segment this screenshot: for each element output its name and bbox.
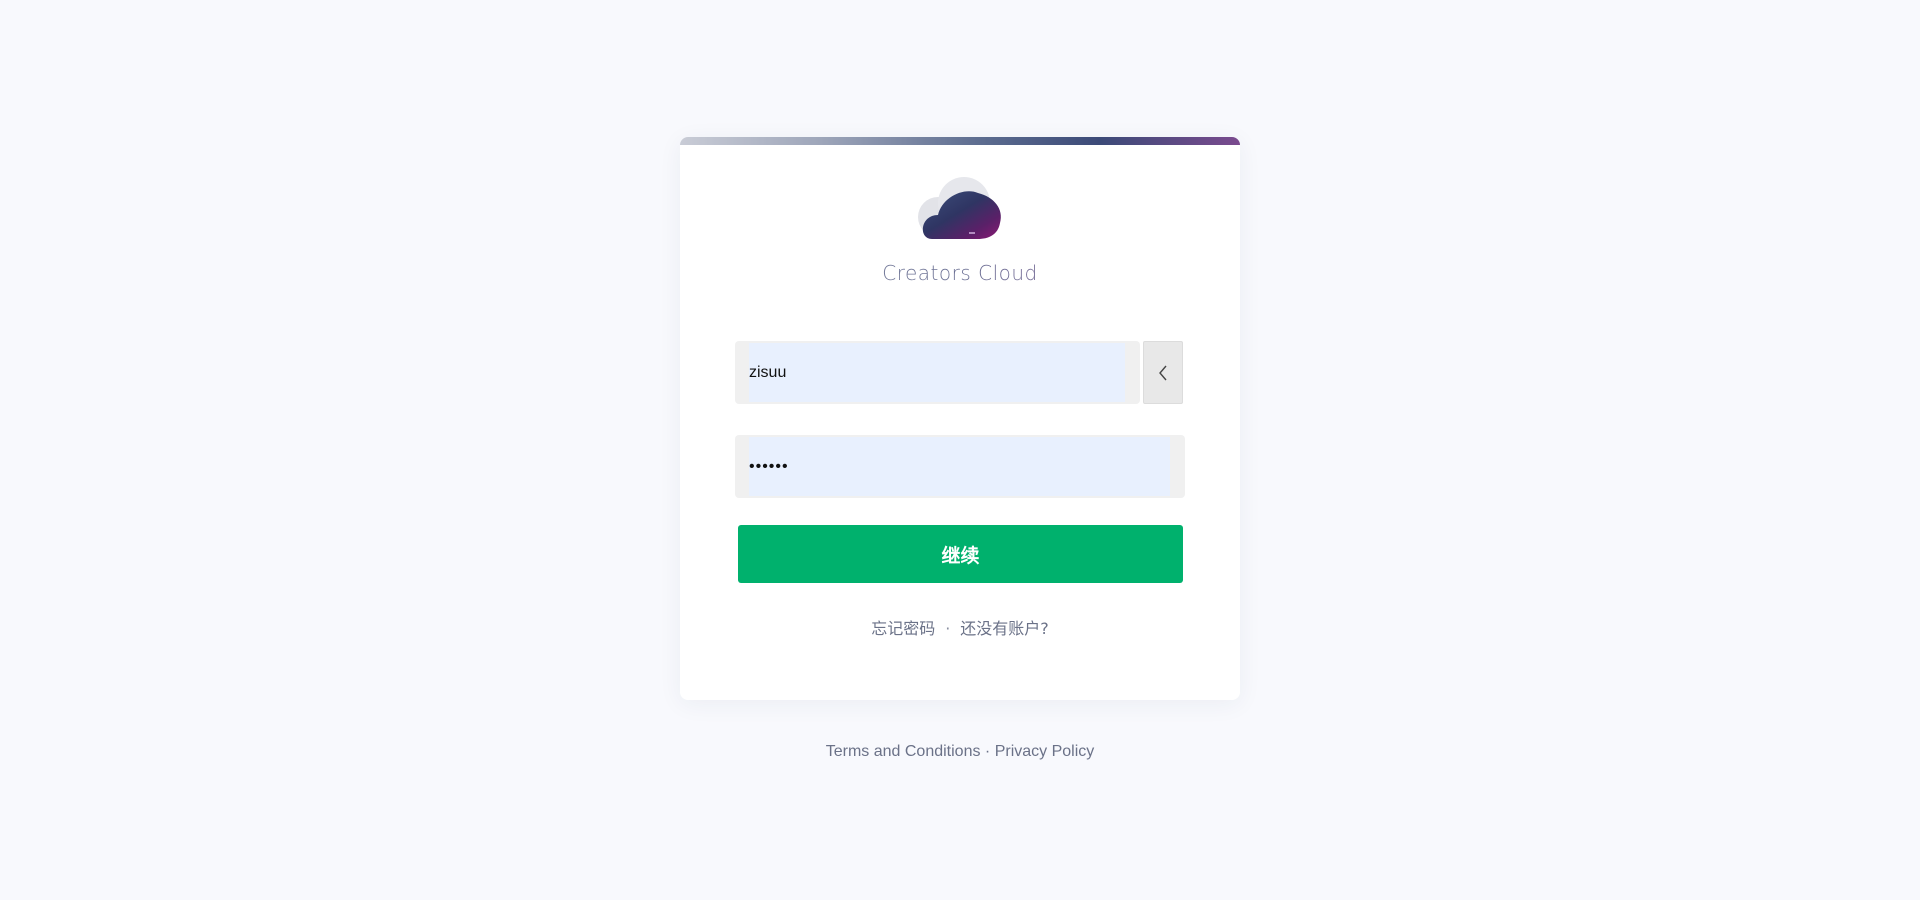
footer-links: Terms and Conditions · Privacy Policy (0, 743, 1920, 761)
auth-links: 忘记密码 · 还没有账户? (680, 615, 1240, 639)
forgot-password-link[interactable]: 忘记密码 (871, 619, 935, 638)
privacy-link[interactable]: Privacy Policy (995, 743, 1095, 760)
links-separator: · (945, 619, 951, 638)
chevron-left-icon (1159, 365, 1167, 380)
back-button[interactable] (1143, 341, 1183, 404)
password-input[interactable] (749, 437, 1170, 496)
brand-name: Creators Cloud (680, 261, 1240, 285)
password-field-wrapper (735, 435, 1185, 498)
login-card: Creators Cloud 继续 忘记密码 · 还没有账户? (680, 137, 1240, 700)
username-field-wrapper (735, 341, 1140, 404)
card-accent-bar (680, 137, 1240, 145)
username-input[interactable] (749, 343, 1125, 402)
sign-up-link[interactable]: 还没有账户? (960, 619, 1049, 638)
footer-separator: · (980, 743, 995, 760)
terms-link[interactable]: Terms and Conditions (826, 743, 981, 760)
cloud-logo-icon (918, 177, 1001, 239)
continue-button[interactable]: 继续 (738, 525, 1183, 583)
